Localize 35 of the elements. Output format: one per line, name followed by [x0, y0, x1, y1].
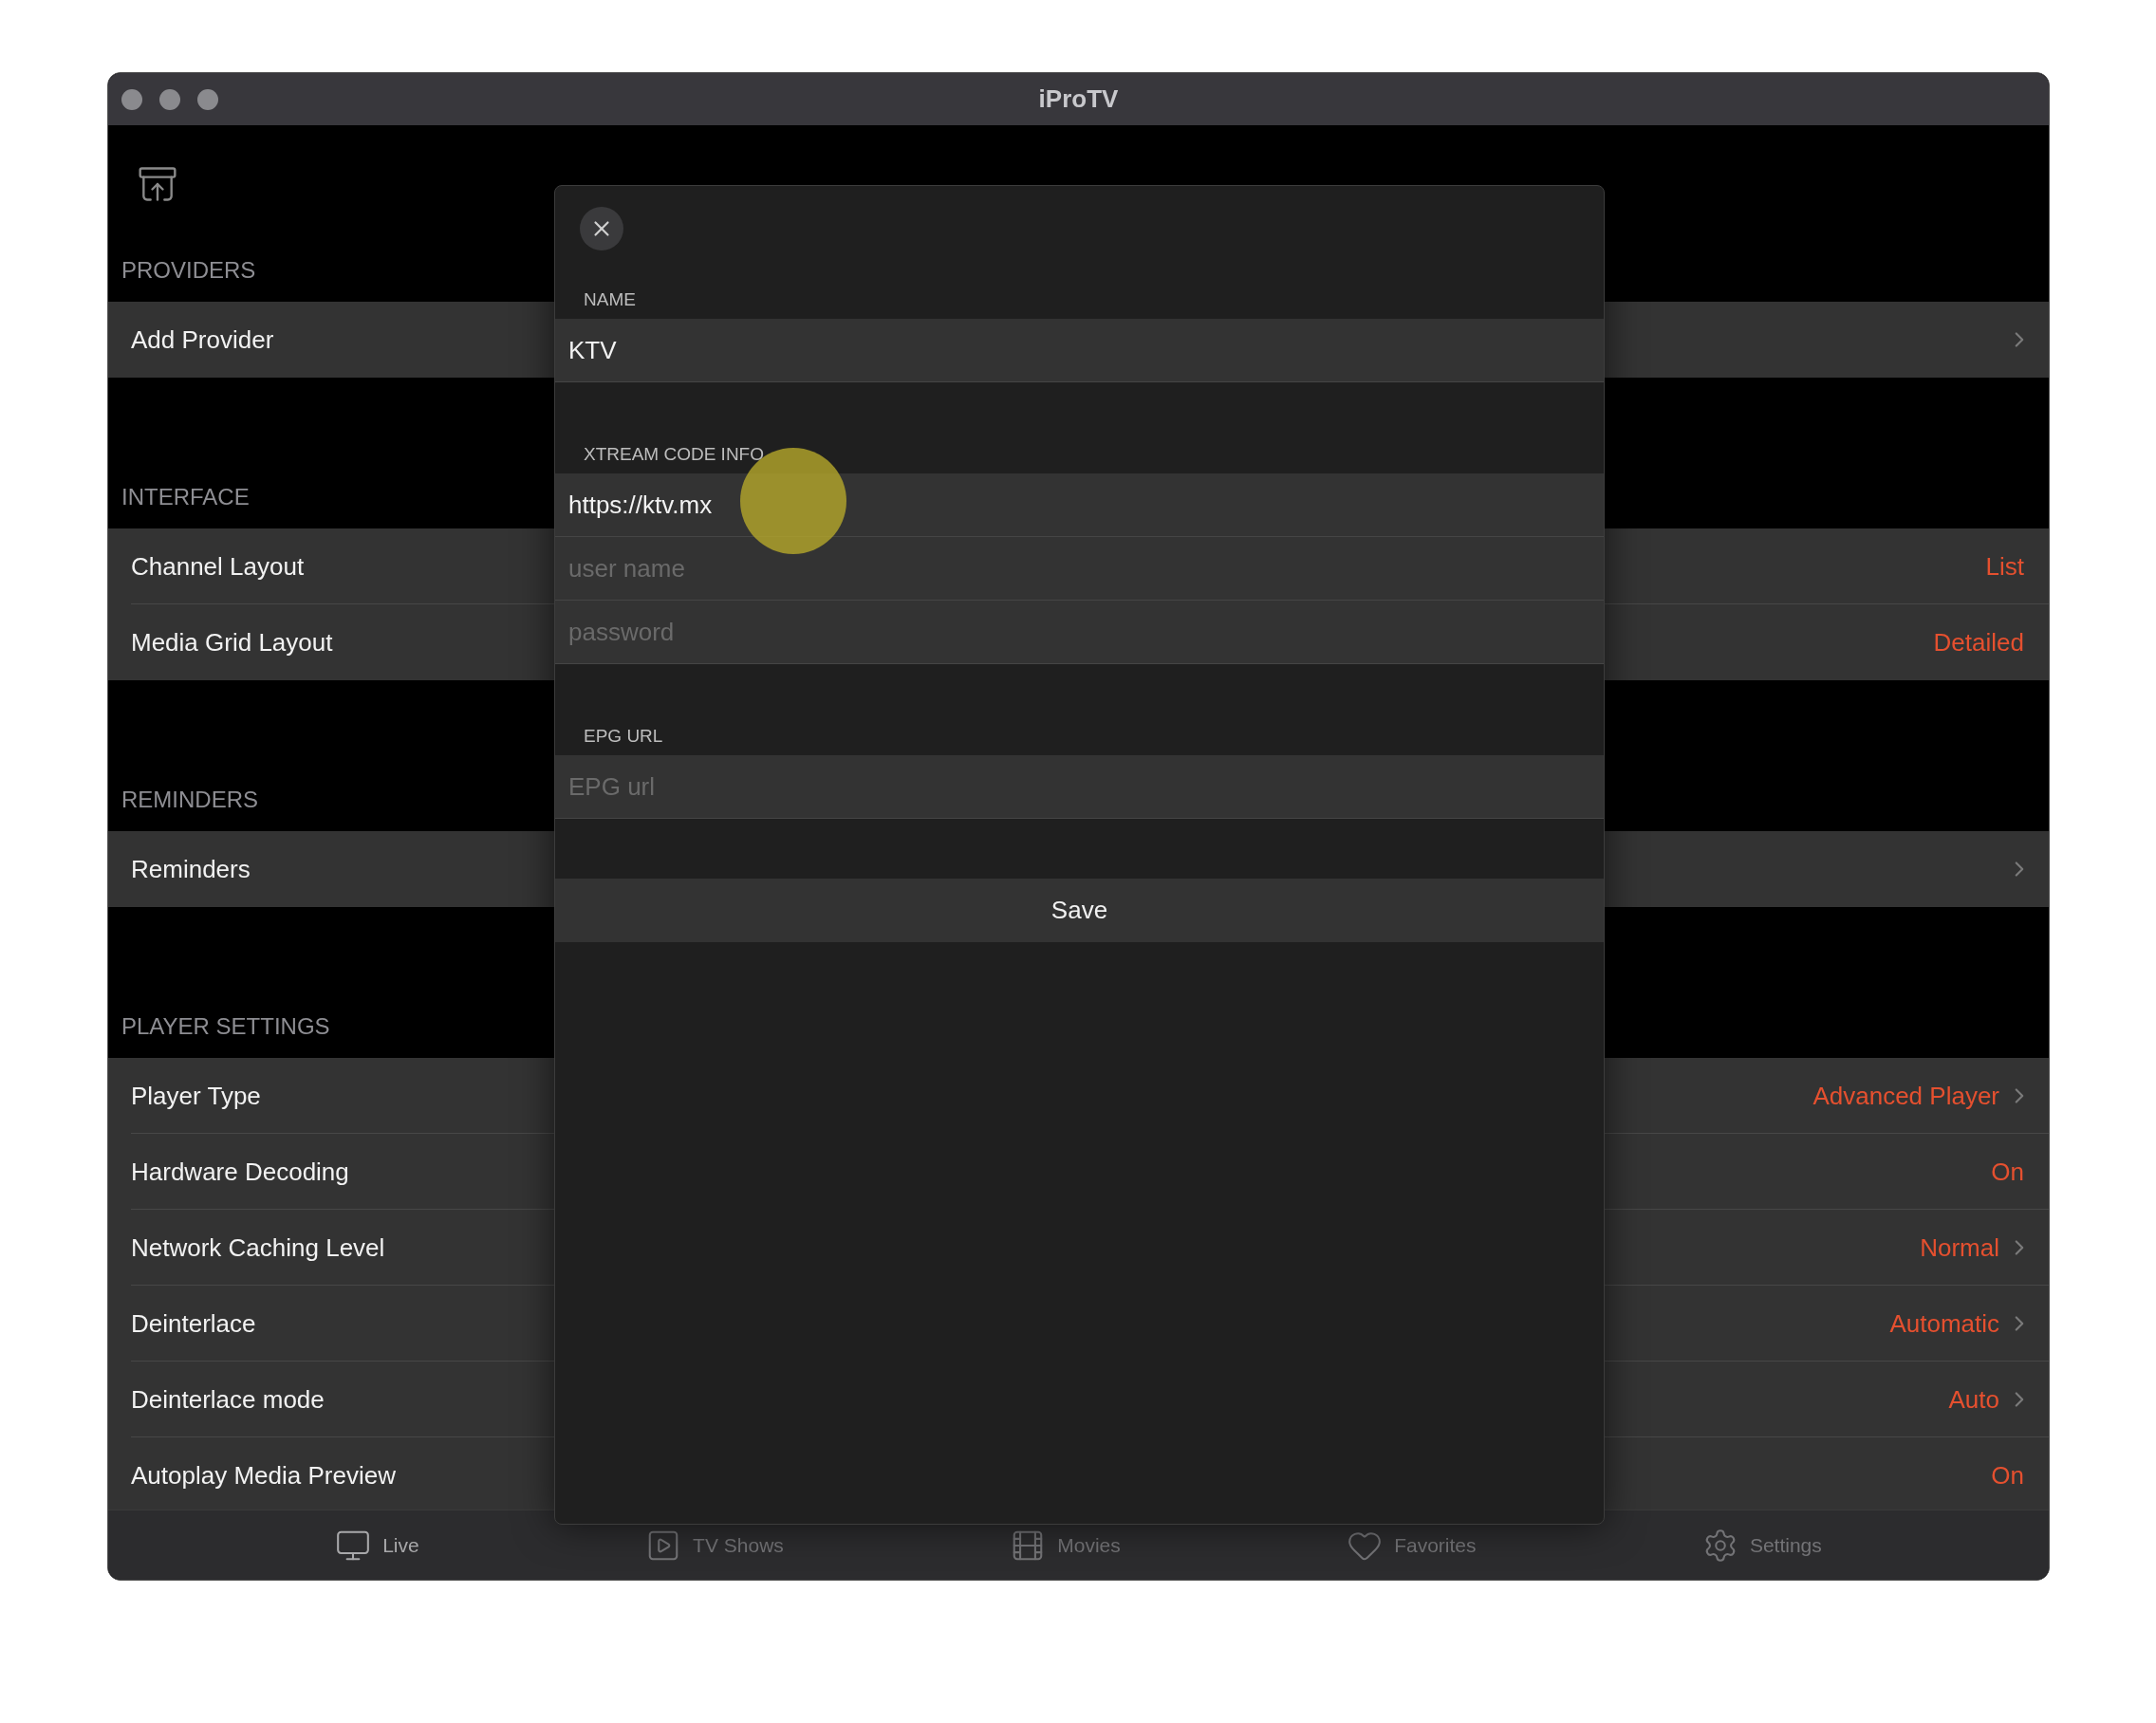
- field-group-label: NAME: [584, 287, 636, 311]
- row-value: Detailed: [1933, 626, 2024, 658]
- row-label: Channel Layout: [131, 550, 305, 583]
- section-header: PLAYER SETTINGS: [121, 1011, 330, 1041]
- row-label: Reminders: [131, 853, 251, 885]
- row-value: On: [1991, 1459, 2024, 1491]
- row-value: List: [1985, 550, 2024, 583]
- row-label: Deinterlace mode: [131, 1383, 325, 1416]
- save-button[interactable]: Save: [555, 879, 1604, 942]
- row-label: Hardware Decoding: [131, 1156, 349, 1188]
- row-label: Network Caching Level: [131, 1232, 385, 1264]
- row-label: Autoplay Media Preview: [131, 1459, 396, 1491]
- row-value: Advanced Player: [1812, 1080, 1999, 1112]
- minimize-window-button[interactable]: [159, 89, 180, 110]
- field-group-label: EPG URL: [584, 724, 663, 748]
- row-label: Player Type: [131, 1080, 261, 1112]
- section-header: INTERFACE: [121, 482, 250, 511]
- row-value: On: [1991, 1156, 2024, 1188]
- close-window-button[interactable]: [121, 89, 142, 110]
- section-header: PROVIDERS: [121, 255, 256, 285]
- window-title: iProTV: [1038, 83, 1119, 115]
- field-group-label: XTREAM CODE INFO: [584, 442, 764, 466]
- row-value: Automatic: [1889, 1307, 1999, 1340]
- close-button[interactable]: [580, 207, 623, 250]
- row-label: Media Grid Layout: [131, 626, 333, 658]
- row-label: Deinterlace: [131, 1307, 256, 1340]
- section-header: REMINDERS: [121, 785, 258, 814]
- text-field[interactable]: https://ktv.mx: [555, 473, 1604, 537]
- zoom-window-button[interactable]: [197, 89, 218, 110]
- tab-bar-item[interactable]: Live: [335, 1527, 419, 1564]
- row-label: Add Provider: [131, 324, 274, 356]
- text-field[interactable]: KTV: [555, 319, 1604, 382]
- tab-bar-item[interactable]: Settings: [1701, 1527, 1822, 1564]
- row-value: Normal: [1920, 1232, 1999, 1264]
- row-value: Auto: [1948, 1383, 1999, 1416]
